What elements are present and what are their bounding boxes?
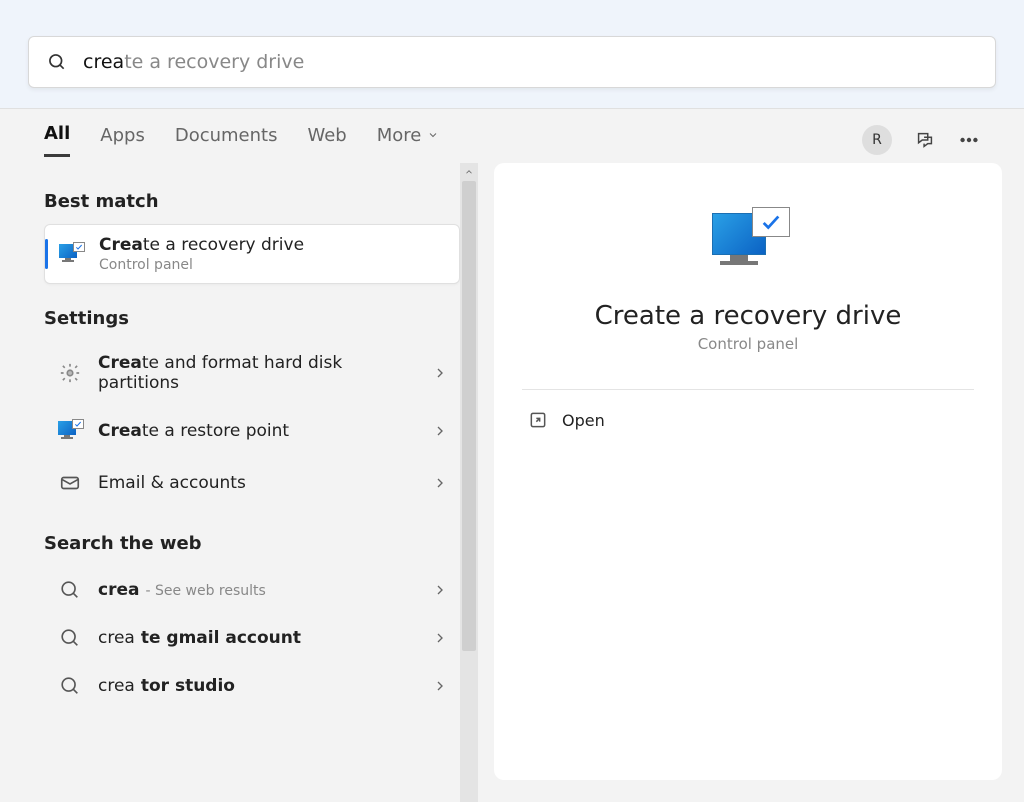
- result-subtitle: Control panel: [99, 257, 447, 273]
- tab-web[interactable]: Web: [307, 123, 346, 157]
- monitor-check-icon: [57, 242, 85, 266]
- search-icon: [56, 672, 84, 700]
- filter-tabs: All Apps Documents Web More: [44, 123, 439, 157]
- tab-more[interactable]: More: [377, 123, 440, 157]
- search-icon: [47, 52, 67, 72]
- result-title: Create a restore point: [98, 421, 412, 441]
- result-web-crea[interactable]: crea - See web results: [44, 566, 460, 614]
- chevron-down-icon: [427, 129, 439, 141]
- result-title: crea - See web results: [98, 580, 412, 600]
- chevron-right-icon: [432, 365, 448, 381]
- result-title: Create and format hard disk partitions: [98, 353, 412, 393]
- chevron-right-icon: [432, 630, 448, 646]
- search-icon: [56, 576, 84, 604]
- result-title: create gmail account: [98, 628, 412, 648]
- tab-apps[interactable]: Apps: [100, 123, 145, 157]
- result-settings-restore-point[interactable]: Create a restore point: [44, 405, 460, 457]
- open-label: Open: [562, 411, 605, 430]
- result-title: creator studio: [98, 676, 412, 696]
- chat-icon[interactable]: [914, 129, 936, 151]
- section-web: Search the web: [44, 533, 460, 554]
- chevron-right-icon: [432, 475, 448, 491]
- result-web-creator-studio[interactable]: creator studio: [44, 662, 460, 710]
- tab-all[interactable]: All: [44, 123, 70, 157]
- section-best-match: Best match: [44, 191, 460, 212]
- monitor-check-icon: [706, 207, 790, 275]
- chevron-right-icon: [432, 582, 448, 598]
- tab-documents[interactable]: Documents: [175, 123, 278, 157]
- results-scrollbar[interactable]: [460, 163, 478, 802]
- result-settings-email-accounts[interactable]: Email & accounts: [44, 457, 460, 509]
- chevron-right-icon: [432, 678, 448, 694]
- result-title: Email & accounts: [98, 473, 412, 493]
- detail-pane: Create a recovery drive Control panel Op…: [494, 163, 1002, 780]
- search-icon: [56, 624, 84, 652]
- result-title: Create a recovery drive: [99, 235, 447, 255]
- result-best-match[interactable]: Create a recovery drive Control panel: [44, 224, 460, 284]
- search-input[interactable]: create a recovery drive: [28, 36, 996, 88]
- result-settings-partitions[interactable]: Create and format hard disk partitions: [44, 341, 460, 405]
- user-avatar[interactable]: R: [862, 125, 892, 155]
- section-settings: Settings: [44, 308, 460, 329]
- search-text: create a recovery drive: [83, 51, 304, 73]
- gear-icon: [56, 359, 84, 387]
- monitor-check-icon: [56, 419, 84, 443]
- mail-icon: [56, 469, 84, 497]
- result-web-create-gmail[interactable]: create gmail account: [44, 614, 460, 662]
- detail-subtitle: Control panel: [698, 335, 799, 353]
- open-icon: [528, 410, 548, 430]
- more-options-icon[interactable]: [958, 129, 980, 151]
- chevron-right-icon: [432, 423, 448, 439]
- detail-title: Create a recovery drive: [595, 301, 902, 331]
- open-action[interactable]: Open: [522, 390, 974, 450]
